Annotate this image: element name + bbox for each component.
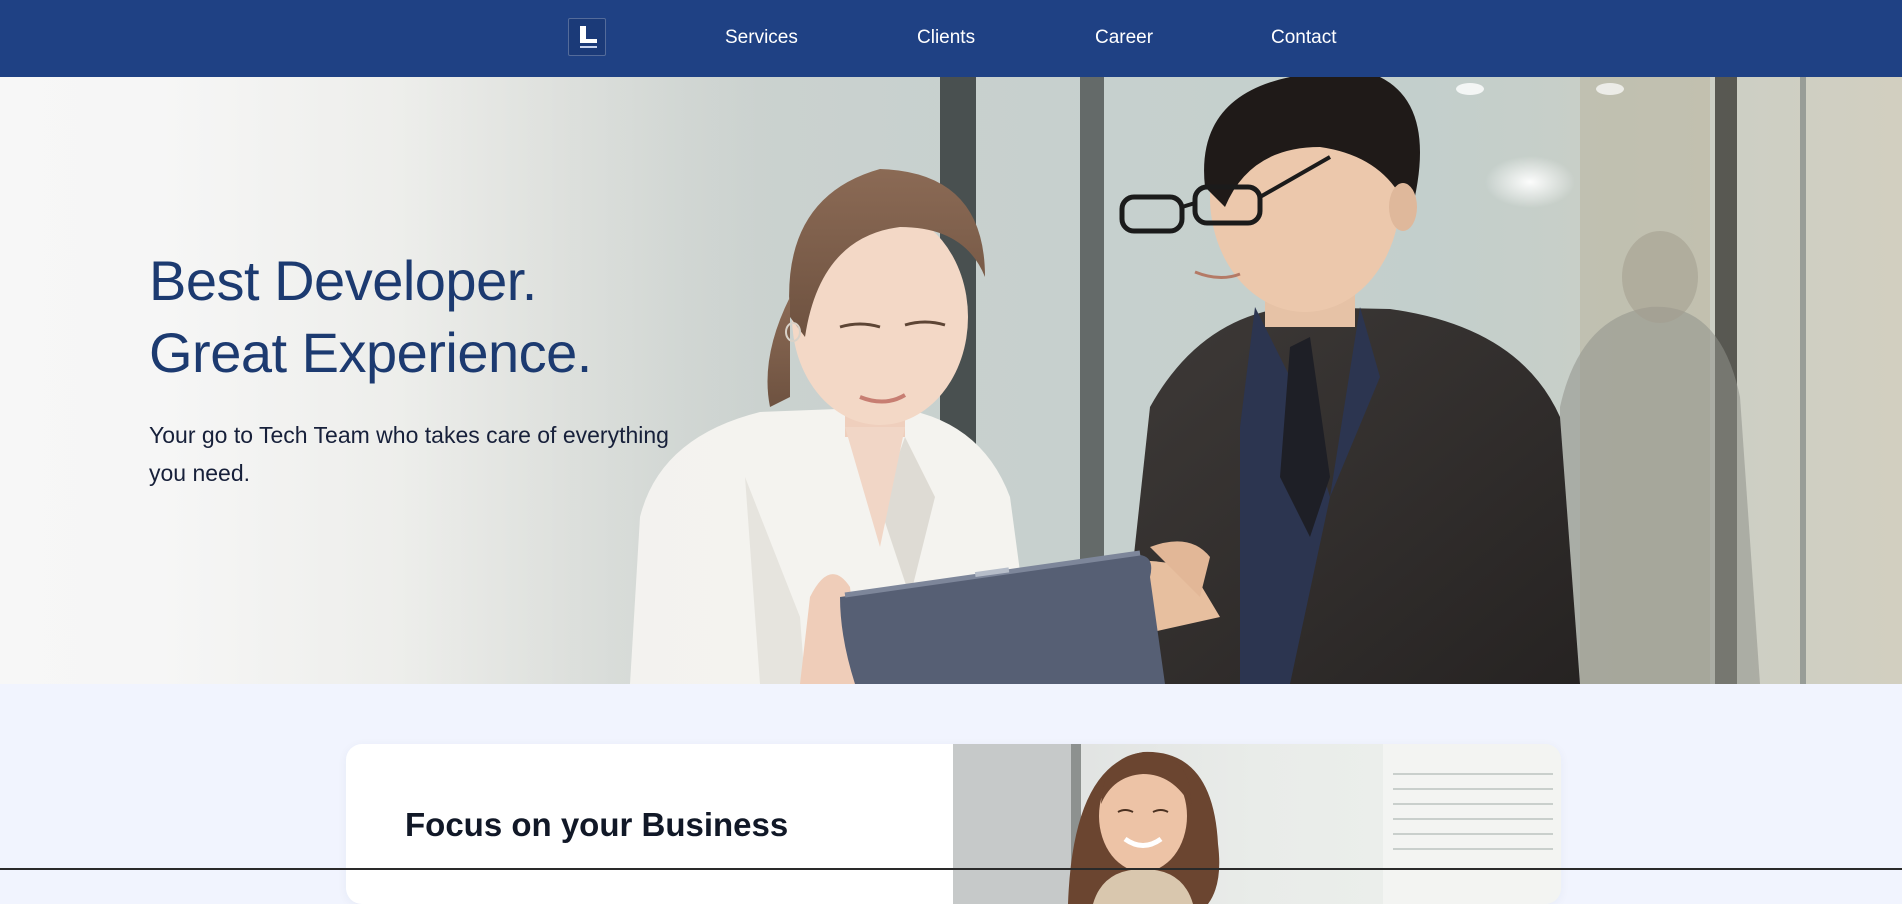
nav-link-contact[interactable]: Contact — [1271, 26, 1336, 50]
top-navbar: Services Clients Career Contact — [0, 0, 1902, 77]
hero-subtitle: Your go to Tech Team who takes care of e… — [149, 422, 669, 486]
nav-link-career[interactable]: Career — [1095, 26, 1153, 50]
focus-card-photo-smiling-woman — [953, 744, 1561, 904]
nav-link-services[interactable]: Services — [725, 26, 798, 50]
focus-business-card: Focus on your Business — [346, 744, 1561, 904]
logo-underline — [580, 46, 597, 48]
logo-letter-foot — [580, 39, 597, 43]
nav-link-clients[interactable]: Clients — [917, 26, 975, 50]
hero-section: Best Developer. Great Experience. Your g… — [0, 77, 1902, 684]
brand-logo[interactable] — [568, 18, 606, 56]
hero-heading-line-2: Great Experience. — [149, 321, 592, 384]
hero-heading: Best Developer. Great Experience. — [149, 245, 592, 389]
focus-card-title: Focus on your Business — [405, 806, 789, 843]
hero-heading-line-1: Best Developer. — [149, 249, 537, 312]
